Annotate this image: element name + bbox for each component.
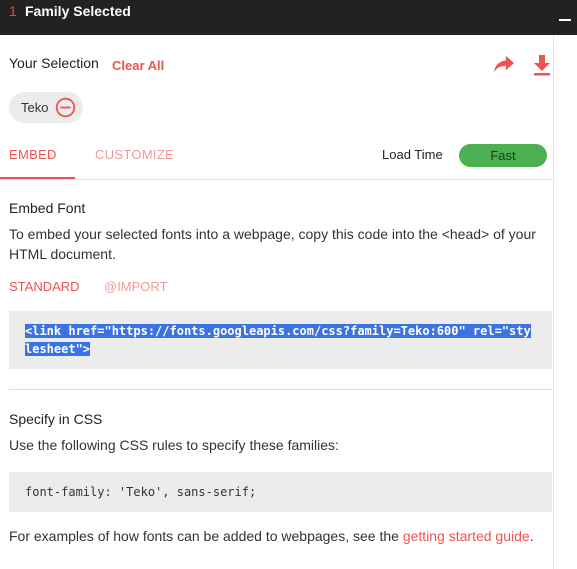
selection-drawer-header[interactable]: 1 Family Selected [0, 0, 577, 35]
footer-prefix: For examples of how fonts can be added t… [9, 528, 403, 544]
subtab-import[interactable]: @IMPORT [104, 279, 168, 294]
section-divider [9, 389, 552, 390]
embed-code[interactable]: <link href="https://fonts.googleapis.com… [25, 322, 539, 358]
css-code[interactable]: font-family: 'Teko', sans-serif; [25, 483, 256, 501]
embed-font-title: Embed Font [9, 200, 86, 216]
footer-suffix: . [529, 528, 534, 544]
embed-code-line2: lesheet"> [25, 342, 91, 356]
getting-started-link[interactable]: getting started guide [403, 528, 530, 544]
family-count: 1 [9, 3, 17, 19]
footer-text: For examples of how fonts can be added t… [9, 528, 534, 544]
specify-css-description: Use the following CSS rules to specify t… [9, 437, 339, 453]
subtab-standard[interactable]: STANDARD [9, 279, 80, 294]
embed-description-line1: To embed your selected fonts into a webp… [9, 226, 536, 242]
load-time-badge: Fast [459, 144, 547, 167]
chip-font-name: Teko [21, 100, 49, 115]
share-arrow-icon[interactable] [493, 54, 515, 74]
selection-label: Your Selection [9, 55, 99, 71]
minimize-icon[interactable] [559, 19, 571, 21]
drawer-title: Family Selected [25, 3, 131, 19]
selected-font-chip: Teko [9, 92, 83, 123]
clear-all-button[interactable]: Clear All [112, 58, 164, 73]
download-icon[interactable] [532, 54, 552, 76]
tab-embed[interactable]: EMBED [9, 147, 57, 162]
remove-circle-icon[interactable] [55, 97, 76, 118]
scrollbar-track[interactable] [553, 35, 577, 569]
specify-css-title: Specify in CSS [9, 411, 103, 427]
load-time-label: Load Time [382, 147, 443, 162]
embed-code-line1: <link href="https://fonts.googleapis.com… [25, 324, 531, 338]
tab-customize[interactable]: CUSTOMIZE [95, 147, 174, 162]
embed-description-line2: HTML document. [9, 246, 116, 262]
tab-divider [0, 179, 553, 180]
